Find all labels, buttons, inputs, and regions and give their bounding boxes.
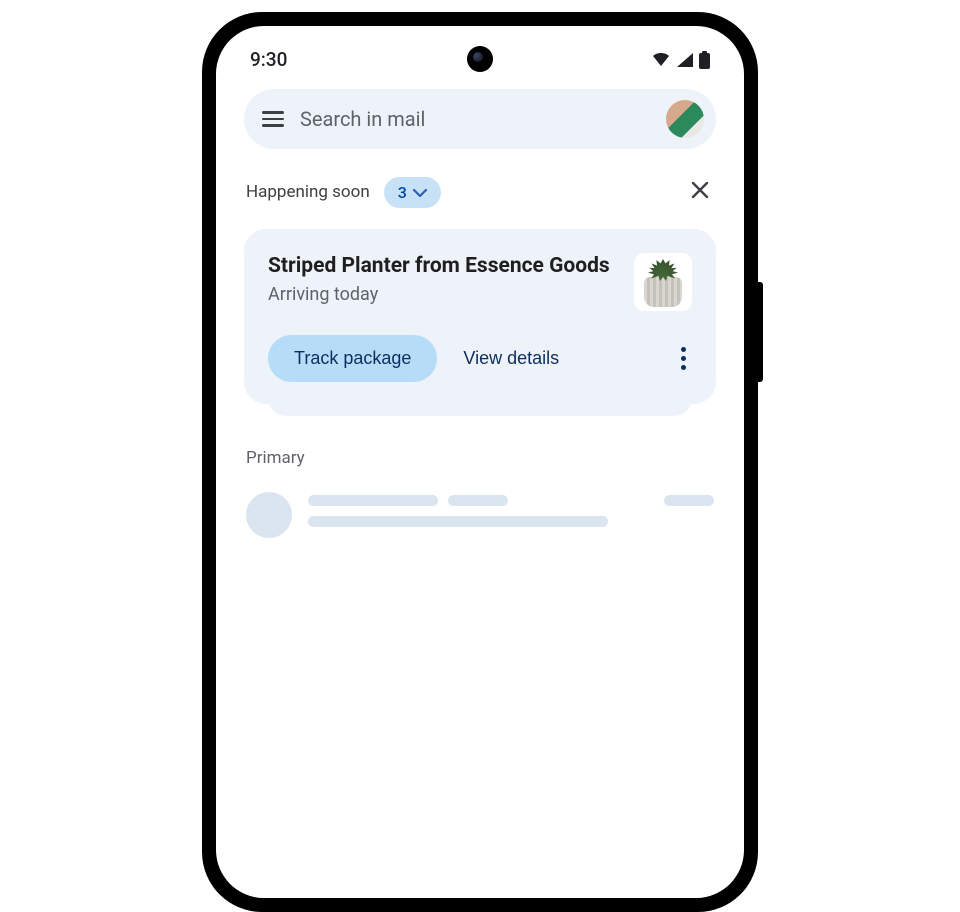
skeleton-bar <box>448 495 508 506</box>
status-indicators <box>651 51 710 69</box>
skeleton-avatar <box>246 492 292 538</box>
close-icon[interactable] <box>686 175 714 209</box>
track-package-button[interactable]: Track package <box>268 335 437 382</box>
planter-icon <box>644 277 682 307</box>
product-thumbnail <box>634 253 692 311</box>
happening-count-pill[interactable]: 3 <box>384 177 441 208</box>
inbox-section-label: Primary <box>244 448 716 468</box>
card-subtitle: Arriving today <box>268 284 620 305</box>
view-details-button[interactable]: View details <box>459 338 563 379</box>
phone-side-button <box>758 282 763 382</box>
camera-hole <box>467 46 493 72</box>
menu-icon[interactable] <box>262 111 284 127</box>
avatar[interactable] <box>666 100 704 138</box>
phone-screen: 9:30 Search in mail <box>216 26 744 898</box>
overflow-menu-icon[interactable] <box>675 341 692 376</box>
wifi-icon <box>651 52 671 68</box>
skeleton-bar <box>664 495 714 506</box>
happening-soon-row: Happening soon 3 <box>244 175 716 209</box>
happening-count: 3 <box>398 183 407 202</box>
card-title: Striped Planter from Essence Goods <box>268 253 620 279</box>
shipment-card-stack: Striped Planter from Essence Goods Arriv… <box>244 229 716 404</box>
status-time: 9:30 <box>250 48 287 71</box>
skeleton-bar <box>308 495 438 506</box>
skeleton-bar <box>308 516 608 527</box>
search-input[interactable]: Search in mail <box>300 107 650 131</box>
email-row-skeleton <box>244 492 716 538</box>
shipment-card[interactable]: Striped Planter from Essence Goods Arriv… <box>244 229 716 404</box>
cellular-signal-icon <box>676 52 694 68</box>
battery-icon <box>699 51 710 69</box>
happening-label: Happening soon <box>246 182 370 202</box>
phone-frame: 9:30 Search in mail <box>202 12 758 912</box>
search-bar[interactable]: Search in mail <box>244 89 716 149</box>
chevron-down-icon <box>413 183 427 202</box>
